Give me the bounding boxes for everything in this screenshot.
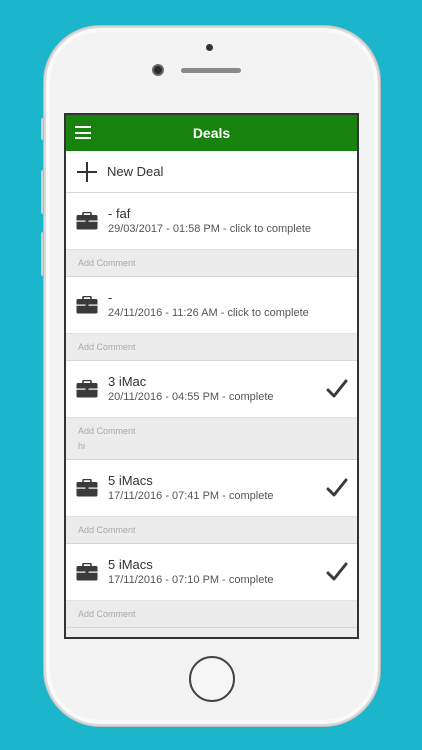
deal-text: - 24/11/2016 - 11:26 AM - click to compl…	[108, 290, 357, 321]
deal-title: 5 iMacs	[108, 472, 153, 488]
comment-placeholder: Add Comment	[78, 258, 136, 268]
home-button[interactable]	[189, 656, 235, 702]
comment-field[interactable]: Add Comment	[66, 334, 357, 361]
checkmark-icon[interactable]	[326, 379, 348, 399]
comment-field[interactable]: Add Comment	[66, 601, 357, 628]
deal-title: 5 iMacs	[108, 556, 153, 572]
briefcase-icon	[76, 380, 98, 398]
deal-item: 5 iMacs 17/11/2016 - 07:10 PM - complete…	[66, 544, 357, 628]
earpiece-speaker	[181, 68, 241, 73]
deal-text: 5 iMacs 17/11/2016 - 07:10 PM - complete	[108, 557, 357, 588]
deal-item: 3 iMac 20/11/2016 - 04:55 PM - complete …	[66, 361, 357, 460]
deal-item: 5 iMacs 17/11/2016 - 07:41 PM - complete…	[66, 460, 357, 544]
deal-title: - faf	[108, 205, 131, 221]
checkmark-icon[interactable]	[326, 562, 348, 582]
briefcase-icon	[76, 479, 98, 497]
deal-title: -	[108, 289, 113, 305]
briefcase-icon	[76, 212, 98, 230]
app-bar: Deals	[66, 115, 357, 151]
deal-subtitle: 24/11/2016 - 11:26 AM - click to complet…	[108, 306, 309, 319]
deal-text: 3 iMac 20/11/2016 - 04:55 PM - complete	[108, 374, 357, 405]
deal-subtitle: 29/03/2017 - 01:58 PM - click to complet…	[108, 222, 311, 235]
deal-text: - faf 29/03/2017 - 01:58 PM - click to c…	[108, 206, 357, 237]
comment-placeholder: Add Comment	[78, 525, 136, 535]
comment-placeholder: Add Comment	[78, 609, 136, 619]
new-deal-label: New Deal	[107, 164, 164, 179]
deal-row[interactable]: 5 iMacs 17/11/2016 - 07:41 PM - complete	[66, 460, 357, 517]
comment-field[interactable]: Add Comment hi	[66, 418, 357, 460]
briefcase-icon	[76, 563, 98, 581]
app-screen: Deals New Deal - faf 29/03/2017 - 01:58 …	[64, 113, 359, 639]
comment-text: hi	[78, 441, 86, 451]
plus-icon	[77, 161, 97, 182]
deal-row[interactable]: - 24/11/2016 - 11:26 AM - click to compl…	[66, 277, 357, 334]
deal-row[interactable]: 5 iMacs 17/11/2016 - 07:10 PM - complete	[66, 544, 357, 601]
proximity-sensor	[206, 44, 213, 51]
deal-subtitle: 20/11/2016 - 04:55 PM - complete	[108, 390, 274, 403]
deal-row[interactable]: - faf 29/03/2017 - 01:58 PM - click to c…	[66, 193, 357, 250]
page-title: Deals	[192, 125, 231, 141]
deal-subtitle: 17/11/2016 - 07:41 PM - complete	[108, 489, 274, 502]
deal-list: - faf 29/03/2017 - 01:58 PM - click to c…	[66, 193, 357, 628]
front-camera	[152, 64, 164, 76]
deal-text: 5 iMacs 17/11/2016 - 07:41 PM - complete	[108, 473, 357, 504]
deal-item: - 24/11/2016 - 11:26 AM - click to compl…	[66, 277, 357, 361]
deal-item: - faf 29/03/2017 - 01:58 PM - click to c…	[66, 193, 357, 277]
comment-placeholder: Add Comment	[78, 342, 136, 352]
deal-title: 3 iMac	[108, 373, 147, 389]
comment-field[interactable]: Add Comment	[66, 250, 357, 277]
comment-placeholder: Add Comment	[78, 426, 136, 436]
comment-field[interactable]: Add Comment	[66, 517, 357, 544]
briefcase-icon	[76, 296, 98, 314]
hamburger-icon[interactable]	[75, 126, 91, 139]
new-deal-button[interactable]: New Deal	[66, 151, 357, 193]
deal-subtitle: 17/11/2016 - 07:10 PM - complete	[108, 573, 274, 586]
checkmark-icon[interactable]	[326, 478, 348, 498]
deal-row[interactable]: 3 iMac 20/11/2016 - 04:55 PM - complete	[66, 361, 357, 418]
